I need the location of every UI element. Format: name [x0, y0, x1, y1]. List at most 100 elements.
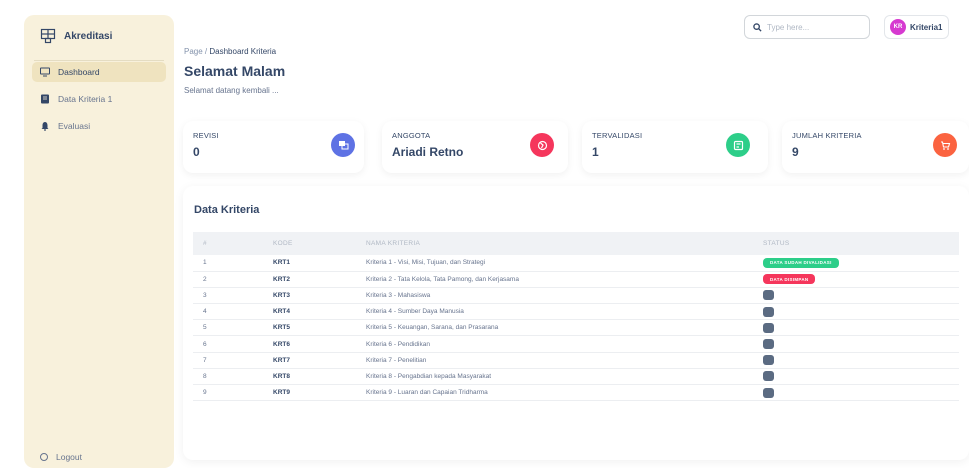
table-row[interactable]: 6 KRT6 Kriteria 6 - Pendidikan	[193, 335, 959, 353]
table-body: 1 KRT1 Kriteria 1 - Visi, Misi, Tujuan, da…	[193, 255, 959, 402]
status-empty-badge	[763, 290, 774, 301]
status-empty-badge	[763, 322, 774, 333]
table-row[interactable]: 1 KRT1 Kriteria 1 - Visi, Misi, Tujuan, da…	[193, 255, 959, 272]
row-kode: KRT5	[273, 319, 366, 337]
sidebar-item-label: Evaluasi	[58, 121, 91, 131]
status-badge: DATA DISIMPAN	[763, 274, 816, 285]
stat-label: JUMLAH KRITERIA	[792, 131, 862, 140]
row-kode: KRT2	[273, 271, 366, 288]
brand-divider	[34, 60, 164, 61]
data-kriteria-card: Data Kriteria # KODE NAMA KRITERIA STATU…	[183, 186, 969, 460]
brand-name: Akreditasi	[64, 30, 113, 42]
row-number: 3	[193, 287, 273, 305]
status-cell	[763, 352, 959, 369]
user-name: Kriteria1	[910, 22, 943, 32]
cart-icon	[933, 133, 957, 157]
row-kode: KRT3	[273, 287, 366, 305]
page-title: Selamat Malam	[184, 63, 286, 79]
stat-card-anggota: ANGGOTA Ariadi Retno	[382, 121, 568, 173]
table-row[interactable]: 8 KRT8 Kriteria 8 - Pengabdian kepada Masy…	[193, 368, 959, 386]
column-header-status[interactable]: STATUS	[763, 232, 959, 255]
stat-value: Ariadi Retno	[392, 145, 464, 159]
breadcrumb: Page / Dashboard Kriteria	[184, 47, 276, 56]
status-cell	[763, 368, 959, 386]
status-empty-badge	[763, 355, 774, 366]
status-cell	[763, 384, 959, 402]
row-number: 9	[193, 384, 273, 402]
column-header-kode[interactable]: KODE	[273, 232, 366, 255]
document-icon	[41, 94, 49, 104]
column-header-nama[interactable]: NAMA KRITERIA	[366, 232, 763, 255]
table-header-row: # KODE NAMA KRITERIA STATUS	[193, 232, 959, 255]
stat-value: 9	[792, 145, 799, 159]
row-kode: KRT4	[273, 303, 366, 321]
row-number: 1	[193, 255, 273, 272]
status-cell	[763, 319, 959, 337]
sidebar-item-data-kriteria[interactable]: Data Kriteria 1	[32, 89, 166, 109]
building-icon	[40, 28, 56, 44]
row-nama: Kriteria 6 - Pendidikan	[366, 335, 763, 353]
sidebar: Akreditasi Dashboard Data Kriteria 1 Eva…	[24, 15, 174, 468]
stat-value: 1	[592, 145, 599, 159]
stat-label: REVISI	[193, 131, 219, 140]
row-kode: KRT6	[273, 335, 366, 353]
globe-icon	[530, 133, 554, 157]
status-cell	[763, 287, 959, 305]
logout-button[interactable]: Logout	[40, 452, 82, 462]
sidebar-item-label: Dashboard	[58, 67, 100, 77]
row-number: 8	[193, 368, 273, 386]
row-kode: KRT7	[273, 352, 366, 369]
row-kode: KRT1	[273, 255, 366, 272]
logout-label: Logout	[56, 452, 82, 462]
breadcrumb-root[interactable]: Page	[184, 47, 203, 56]
row-kode: KRT9	[273, 384, 366, 402]
stat-label: TERVALIDASI	[592, 131, 643, 140]
row-number: 7	[193, 352, 273, 369]
stat-value: 0	[193, 145, 200, 159]
table-row[interactable]: 2 KRT2 Kriteria 2 - Tata Kelola, Tata Pamo…	[193, 271, 959, 288]
row-nama: Kriteria 8 - Pengabdian kepada Masyaraka…	[366, 368, 763, 386]
bell-icon	[41, 122, 49, 131]
brand[interactable]: Akreditasi	[40, 28, 112, 44]
kriteria-table: # KODE NAMA KRITERIA STATUS 1 KRT1 Kriteri…	[193, 232, 959, 402]
status-empty-badge	[763, 371, 774, 382]
checklist-icon	[726, 133, 750, 157]
status-cell: DATA DISIMPAN	[763, 271, 959, 288]
monitor-icon	[40, 67, 50, 77]
table-row[interactable]: 4 KRT4 Kriteria 4 - Sumber Daya Manusia	[193, 303, 959, 321]
stat-card-tervalidasi: TERVALIDASI 1	[582, 121, 768, 173]
status-cell	[763, 335, 959, 353]
sidebar-item-evaluasi[interactable]: Evaluasi	[32, 116, 166, 136]
user-menu[interactable]: KR Kriteria1	[884, 15, 949, 39]
card-title: Data Kriteria	[194, 204, 260, 216]
status-empty-badge	[763, 306, 774, 317]
table-row[interactable]: 9 KRT9 Kriteria 9 - Luaran dan Capaian Tri…	[193, 384, 959, 402]
avatar: KR	[890, 19, 906, 35]
table-row[interactable]: 3 KRT3 Kriteria 3 - Mahasiswa	[193, 287, 959, 305]
search-box[interactable]	[744, 15, 870, 39]
logout-icon	[40, 453, 48, 461]
sidebar-item-dashboard[interactable]: Dashboard	[32, 62, 166, 82]
row-nama: Kriteria 2 - Tata Kelola, Tata Pamong, d…	[366, 271, 763, 288]
row-nama: Kriteria 9 - Luaran dan Capaian Tridharm…	[366, 384, 763, 402]
status-empty-badge	[763, 387, 774, 398]
row-number: 2	[193, 271, 273, 288]
table-row[interactable]: 5 KRT5 Kriteria 5 - Keuangan, Sarana, dan …	[193, 319, 959, 337]
row-kode: KRT8	[273, 368, 366, 386]
breadcrumb-current: Dashboard Kriteria	[209, 47, 277, 56]
row-nama: Kriteria 4 - Sumber Daya Manusia	[366, 303, 763, 321]
search-icon	[753, 22, 762, 32]
layers-icon	[331, 133, 355, 157]
page-subtitle: Selamat datang kembali ...	[184, 86, 279, 95]
row-nama: Kriteria 1 - Visi, Misi, Tujuan, dan Str…	[366, 255, 763, 272]
table-row[interactable]: 7 KRT7 Kriteria 7 - Penelitian	[193, 352, 959, 369]
row-nama: Kriteria 3 - Mahasiswa	[366, 287, 763, 305]
sidebar-item-label: Data Kriteria 1	[58, 94, 113, 104]
row-nama: Kriteria 5 - Keuangan, Sarana, dan Prasa…	[366, 319, 763, 337]
stat-label: ANGGOTA	[392, 131, 431, 140]
row-number: 4	[193, 303, 273, 321]
search-input[interactable]	[767, 22, 867, 32]
column-header-num[interactable]: #	[193, 232, 273, 255]
status-cell	[763, 303, 959, 321]
row-number: 6	[193, 335, 273, 353]
